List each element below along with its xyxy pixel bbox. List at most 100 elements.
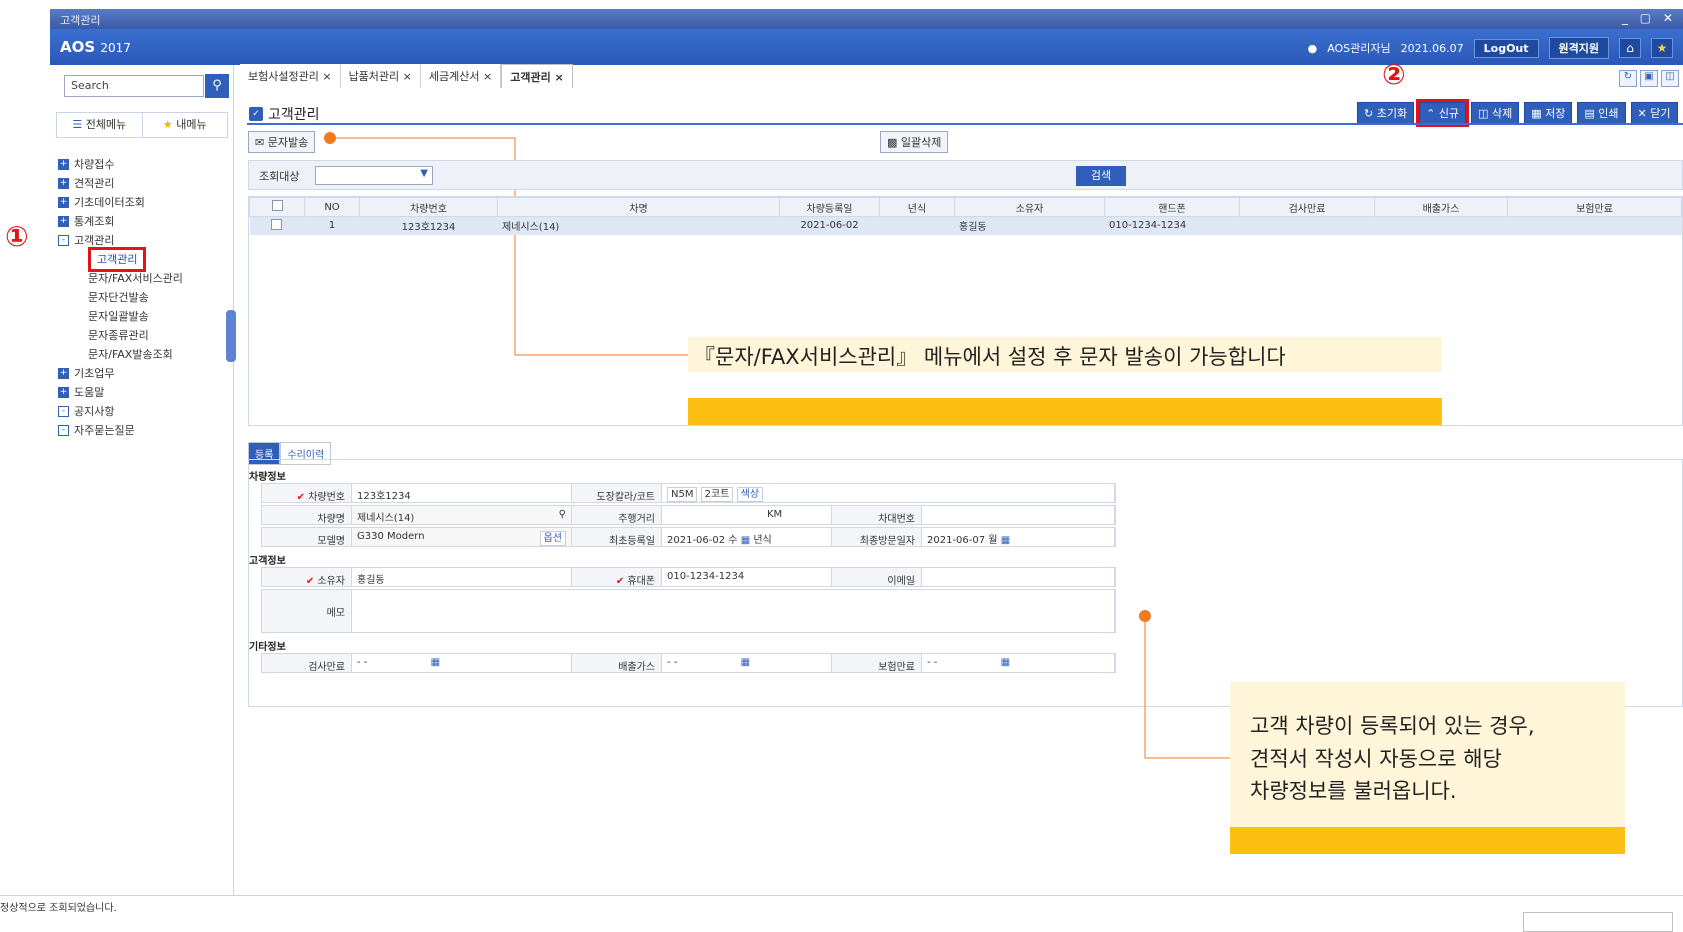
search-icon[interactable]: ⚲ bbox=[559, 509, 566, 520]
new-label: 신규 bbox=[1438, 107, 1460, 120]
query-target-select[interactable]: ▼ bbox=[315, 166, 433, 185]
close-icon[interactable]: × bbox=[555, 71, 564, 84]
remote-support-button[interactable]: 원격지원 bbox=[1548, 37, 1609, 59]
row-checkbox[interactable] bbox=[271, 218, 283, 230]
lastvisit-field[interactable]: 2021-06-07 월 ▦ bbox=[922, 528, 1115, 546]
col-check[interactable] bbox=[249, 197, 305, 217]
col-header[interactable]: 핸드폰 bbox=[1104, 197, 1240, 217]
tab-my-menu[interactable]: ★ 내메뉴 bbox=[143, 113, 228, 137]
col-header[interactable]: 차량등록일 bbox=[779, 197, 880, 217]
sidebar-sub-sms-bulk[interactable]: 문자일괄발송 bbox=[58, 307, 233, 326]
search-button[interactable]: 검색 bbox=[1076, 166, 1126, 186]
cell bbox=[1507, 216, 1682, 235]
select-all-checkbox[interactable] bbox=[271, 200, 283, 211]
col-header[interactable]: 소유자 bbox=[954, 197, 1105, 217]
maximize-icon[interactable]: ▣ bbox=[1640, 70, 1658, 87]
sidebar-item-label: 차량접수 bbox=[74, 158, 115, 171]
color-field[interactable]: N5M 2코트 색상 bbox=[662, 484, 1115, 502]
color-name-button[interactable]: 색상 bbox=[736, 487, 764, 502]
sidebar-item-stats[interactable]: + 통계조회 bbox=[58, 212, 233, 231]
carname-field[interactable]: 제네시스(14) ⚲ bbox=[352, 506, 572, 524]
carno-field[interactable]: 123호1234 bbox=[352, 484, 572, 502]
option-button[interactable]: 옵션 bbox=[539, 531, 566, 546]
inspect-field[interactable]: - - ▦ bbox=[352, 654, 572, 672]
send-sms-button[interactable]: ✉ 문자발송 bbox=[248, 131, 316, 153]
home-icon[interactable]: ⌂ bbox=[1619, 38, 1641, 58]
sidebar-sub-customer[interactable]: 고객관리 bbox=[58, 247, 233, 272]
customer-grid: NO 차량번호 차명 차량등록일 년식 소유자 핸드폰 검사만료 배출가스 보험… bbox=[248, 196, 1683, 426]
emission-field[interactable]: - - ▦ bbox=[662, 654, 832, 672]
tab-insurer[interactable]: 보험사설정관리 × bbox=[240, 64, 341, 88]
sidebar-item-faq[interactable]: - 자주묻는질문 bbox=[58, 421, 233, 440]
view-icons: ↻ ▣ ◫ bbox=[1619, 70, 1679, 87]
col-header[interactable]: 차량번호 bbox=[359, 197, 498, 217]
calendar-icon[interactable]: ▦ bbox=[431, 657, 440, 668]
color-select[interactable]: N5M bbox=[667, 487, 698, 502]
firstreg-field[interactable]: 2021-06-02 수 ▦ 년식 bbox=[662, 528, 832, 546]
table-row[interactable]: 1 123호1234 제네시스(14) 2021-06-02 홍길동 010-1… bbox=[249, 216, 1682, 235]
sidebar-item-basic-work[interactable]: + 기초업무 bbox=[58, 364, 233, 383]
save-button[interactable]: ▦ 저장 bbox=[1524, 102, 1573, 124]
col-header[interactable]: 년식 bbox=[879, 197, 955, 217]
sidebar-item-vehicle-reception[interactable]: + 차량접수 bbox=[58, 155, 233, 174]
close-icon[interactable]: × bbox=[322, 70, 331, 83]
insure-field[interactable]: - - ▦ bbox=[922, 654, 1115, 672]
calendar-icon[interactable]: ▦ bbox=[1001, 535, 1010, 546]
tab-supplier[interactable]: 납품처관리 × bbox=[340, 64, 421, 88]
calendar-icon[interactable]: ▦ bbox=[1001, 657, 1010, 668]
sidebar-item-estimate[interactable]: + 견적관리 bbox=[58, 174, 233, 193]
sidebar-item-notice[interactable]: - 공지사항 bbox=[58, 402, 233, 421]
owner-field[interactable]: 홍길동 bbox=[352, 568, 572, 586]
tab-tax-invoice[interactable]: 세금계산서 × bbox=[420, 64, 502, 88]
field-label: 도장칼라/코트 bbox=[572, 484, 662, 503]
search-icon[interactable]: ⚲ bbox=[205, 74, 229, 98]
coat-select[interactable]: 2코트 bbox=[700, 487, 734, 502]
field-label: 차량명 bbox=[262, 506, 352, 525]
phone-field[interactable]: 010-1234-1234 bbox=[662, 568, 832, 586]
star-icon[interactable]: ★ bbox=[1651, 38, 1673, 58]
tab-all-menu[interactable]: ☰ 전체메뉴 bbox=[57, 113, 143, 137]
col-header[interactable]: 검사만료 bbox=[1239, 197, 1375, 217]
close-label: 닫기 bbox=[1650, 107, 1671, 120]
refresh-icon[interactable]: ↻ bbox=[1619, 70, 1637, 87]
delete-all-button[interactable]: ▩ 일괄삭제 bbox=[880, 131, 949, 153]
col-header[interactable]: NO bbox=[304, 197, 360, 217]
col-header[interactable]: 보험만료 bbox=[1507, 197, 1682, 217]
close-button[interactable]: ✕ 닫기 bbox=[1630, 102, 1678, 124]
mileage-field[interactable]: KM bbox=[662, 506, 832, 524]
new-button[interactable]: ⌃ 신규 bbox=[1416, 99, 1470, 127]
logout-button[interactable]: LogOut bbox=[1473, 38, 1539, 58]
sidebar-item-basedata[interactable]: + 기초데이터조회 bbox=[58, 193, 233, 212]
delete-button[interactable]: ◫ 삭제 bbox=[1471, 102, 1520, 124]
col-header[interactable]: 차명 bbox=[497, 197, 780, 217]
col-header[interactable]: 배출가스 bbox=[1374, 197, 1508, 217]
lastvisit-value: 2021-06-07 월 bbox=[927, 535, 998, 546]
window-controls[interactable]: _ ▢ ✕ bbox=[1622, 11, 1677, 25]
field-label: ✔ 휴대폰 bbox=[572, 568, 662, 587]
field-label: 최종방문일자 bbox=[832, 528, 922, 547]
tab-customer[interactable]: 고객관리 × bbox=[501, 64, 573, 88]
row-check[interactable] bbox=[249, 216, 305, 235]
calendar-icon[interactable]: ▦ bbox=[741, 657, 750, 668]
field-label: 이메일 bbox=[832, 568, 922, 587]
sidebar-item-help[interactable]: + 도움말 bbox=[58, 383, 233, 402]
sidebar-sub-sms-history[interactable]: 문자/FAX발송조회 bbox=[58, 345, 233, 364]
model-field[interactable]: G330 Modern 옵션 bbox=[352, 528, 572, 546]
sidebar-sub-sms-fax[interactable]: 문자/FAX서비스관리 bbox=[58, 269, 233, 288]
memo-field[interactable] bbox=[352, 590, 1115, 632]
calendar-icon[interactable]: ▦ bbox=[741, 535, 750, 546]
reset-button[interactable]: ↻ 초기화 bbox=[1357, 102, 1415, 124]
close-icon[interactable]: × bbox=[483, 70, 492, 83]
sidebar-sub-sms-types[interactable]: 문자종류관리 bbox=[58, 326, 233, 345]
sidebar-sub-sms-single[interactable]: 문자단건발송 bbox=[58, 288, 233, 307]
status-box bbox=[1523, 912, 1673, 932]
window-icon[interactable]: ◫ bbox=[1661, 70, 1679, 87]
email-field[interactable] bbox=[922, 568, 1115, 586]
close-icon[interactable]: × bbox=[403, 70, 412, 83]
callout-bar bbox=[1230, 827, 1625, 854]
search-input[interactable]: Search bbox=[64, 75, 204, 97]
vin-field[interactable] bbox=[922, 506, 1115, 524]
print-button[interactable]: ▤ 인쇄 bbox=[1577, 102, 1626, 124]
cell: 1 bbox=[304, 216, 360, 235]
sidebar-collapse-handle[interactable] bbox=[226, 310, 236, 362]
